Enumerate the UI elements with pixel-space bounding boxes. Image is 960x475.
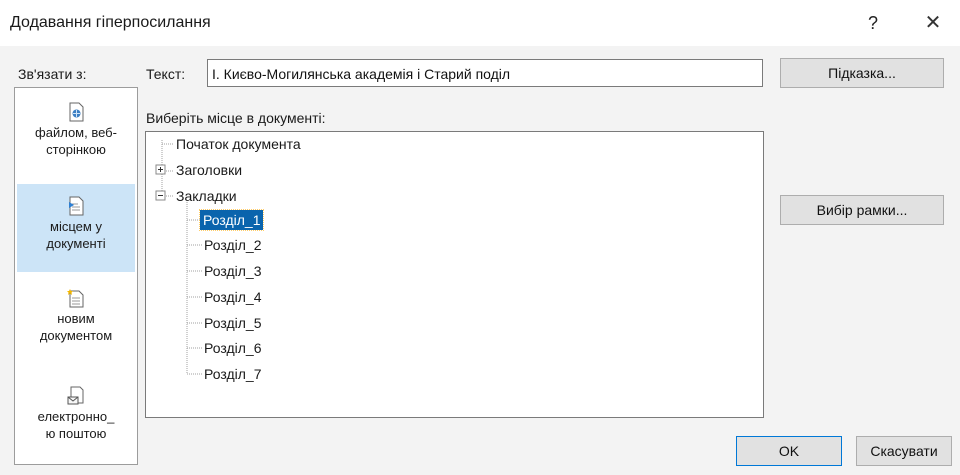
sidebar-item-line1: електронно_ (37, 409, 115, 424)
sidebar-item-line1: новим (57, 311, 95, 326)
link-to-sidebar: файлом, веб- сторінкою місцем у документ… (14, 87, 138, 465)
select-place-label: Виберіть місце в документі: (146, 110, 326, 126)
screen-tip-button[interactable]: Підказка... (780, 58, 944, 88)
document-place-tree[interactable]: Початок документа Заголовки Закладки Роз… (145, 131, 764, 418)
title-bar: Додавання гіперпосилання ? ✕ (0, 0, 960, 46)
new-document-icon (67, 289, 84, 308)
tree-item-bookmark[interactable]: Розділ_6 (204, 338, 261, 358)
close-button[interactable]: ✕ (916, 8, 950, 38)
sidebar-item-existing-file[interactable]: файлом, веб- сторінкою (17, 102, 135, 188)
file-web-page-icon (69, 102, 84, 122)
tree-item-headings[interactable]: Заголовки (176, 160, 242, 180)
sidebar-item-place-in-document[interactable]: місцем у документі (17, 184, 135, 272)
tree-item-bookmark[interactable]: Розділ_5 (204, 313, 261, 333)
tree-item-bookmark[interactable]: Розділ_2 (204, 235, 261, 255)
link-to-label: Зв'язати з: (18, 66, 87, 82)
sidebar-item-line1: місцем у (50, 219, 102, 234)
target-frame-button[interactable]: Вибір рамки... (780, 195, 944, 225)
tree-item-bookmark[interactable]: Розділ_4 (204, 287, 261, 307)
sidebar-item-line2: ю поштою (45, 426, 107, 441)
tree-item-bookmark[interactable]: Розділ_7 (204, 364, 261, 384)
sidebar-item-line2: документом (39, 328, 113, 343)
display-text-input[interactable]: І. Києво-Могилянська академія і Старий п… (207, 59, 763, 87)
place-in-document-icon (69, 196, 84, 216)
text-label: Текст: (146, 66, 186, 82)
help-button[interactable]: ? (858, 8, 888, 38)
expand-plus-icon (155, 164, 166, 175)
cancel-button[interactable]: Скасувати (856, 436, 952, 466)
sidebar-item-new-document[interactable]: новим документом (17, 288, 135, 378)
collapse-minus-icon (155, 190, 166, 201)
sidebar-item-line1: файлом, веб- (35, 125, 117, 140)
tree-item-bookmark[interactable]: Розділ_1 (198, 209, 265, 231)
sidebar-item-email[interactable]: електронно_ ю поштою (17, 386, 135, 456)
tree-item-bookmarks[interactable]: Закладки (176, 186, 237, 206)
sidebar-item-line2: документі (46, 236, 106, 251)
sidebar-item-line2: сторінкою (46, 142, 106, 157)
hyperlink-dialog: Додавання гіперпосилання ? ✕ Зв'язати з:… (0, 0, 960, 475)
dialog-title: Додавання гіперпосилання (10, 14, 211, 31)
ok-button[interactable]: OK (736, 436, 842, 466)
email-icon (67, 386, 84, 405)
tree-item-top-of-document[interactable]: Початок документа (176, 134, 301, 154)
tree-item-bookmark[interactable]: Розділ_3 (204, 261, 261, 281)
